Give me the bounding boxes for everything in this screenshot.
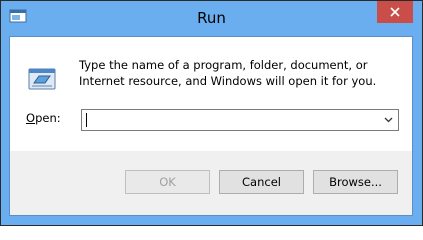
text-cursor — [86, 113, 87, 127]
run-icon — [28, 68, 56, 90]
chevron-down-icon — [384, 117, 393, 123]
browse-button[interactable]: Browse... — [313, 170, 398, 194]
window-title: Run — [197, 9, 226, 27]
close-icon — [390, 7, 400, 17]
open-combobox[interactable] — [81, 109, 399, 131]
open-input[interactable] — [84, 111, 382, 129]
dialog-client-area: Type the name of a program, folder, docu… — [9, 36, 413, 216]
run-dialog-window: Run Type the name of a program, folder, … — [0, 0, 423, 226]
open-label-text: pen: — [35, 111, 61, 125]
close-button[interactable] — [377, 1, 413, 23]
title-bar[interactable]: Run — [1, 1, 422, 36]
cancel-button[interactable]: Cancel — [219, 170, 304, 194]
run-description: Type the name of a program, folder, docu… — [79, 58, 377, 88]
open-label-mnemonic: O — [26, 111, 36, 125]
open-dropdown-button[interactable] — [380, 111, 397, 129]
dialog-content-area: Type the name of a program, folder, docu… — [10, 37, 412, 151]
ok-button[interactable]: OK — [125, 170, 210, 194]
open-label: Open: — [26, 111, 61, 125]
